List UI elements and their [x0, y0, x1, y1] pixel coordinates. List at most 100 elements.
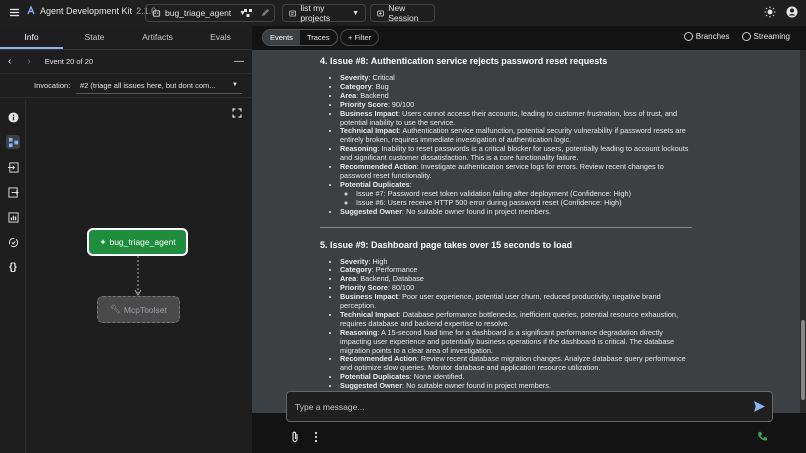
field-value: : Backend, Database [356, 274, 424, 284]
field-value: : [409, 179, 412, 189]
issue-details: Severity: CriticalCategory: BugArea: Bac… [320, 73, 692, 217]
streaming-toggle[interactable]: Streaming [741, 32, 790, 41]
radio-icon [741, 32, 751, 41]
issue-field: Technical Impact: Database performance b… [340, 309, 692, 329]
session-selector[interactable]: list my projects ▼ [282, 3, 366, 23]
field-label: Severity [340, 73, 369, 82]
sync-icon[interactable] [6, 235, 20, 249]
agent-selector[interactable]: bug_triage_agent ▼ [145, 4, 275, 22]
invocation-value: #2 (triage all issues here, but dont com… [80, 80, 216, 90]
info-icon[interactable] [6, 110, 20, 124]
agent-graph: ✦ bug_triage_agent 🔧︎ McpToolset [26, 100, 252, 453]
message-input[interactable]: Type a message... [286, 391, 773, 422]
code-braces-icon[interactable]: {} [6, 260, 20, 274]
account-icon[interactable] [786, 6, 798, 18]
new-session-button[interactable]: New Session [370, 3, 435, 23]
top-bar: Agent Development Kit 2.1.0 bug_triage_a… [0, 0, 806, 26]
chat-toolbar: Events Traces + Filter Branches Streamin… [252, 26, 806, 50]
scrollbar-thumb[interactable] [801, 320, 805, 400]
scrollbar[interactable] [800, 50, 806, 413]
field-value: : Inability to reset passwords is a crit… [340, 144, 689, 163]
field-label: Technical Impact [340, 126, 399, 136]
field-value: : High [368, 256, 388, 266]
chat-content: 4. Issue #8: Authentication service reje… [252, 50, 800, 413]
agent-response: 4. Issue #8: Authentication service reje… [320, 56, 692, 391]
menu-icon[interactable] [9, 7, 20, 18]
field-label: Category [340, 265, 372, 275]
event-counter: Event 20 of 20 [44, 57, 94, 66]
tab-artifacts[interactable]: Artifacts [126, 26, 189, 49]
field-label: Priority Score [340, 283, 388, 293]
issue-heading: 5. Issue #9: Dashboard page takes over 1… [320, 239, 573, 250]
new-session-label: New Session [388, 3, 419, 23]
attach-icon[interactable] [290, 431, 300, 443]
field-label: Reasoning [340, 327, 378, 337]
field-label: Potential Duplicates [340, 179, 410, 189]
phone-icon[interactable] [757, 431, 768, 442]
branches-toggle[interactable]: Branches [683, 32, 730, 41]
duplicates-list: Issue #7: Password reset token validatio… [340, 189, 692, 208]
issue-heading: 4. Issue #8: Authentication service reje… [320, 56, 608, 66]
field-label: Business Impact [340, 292, 398, 302]
field-label: Category [340, 81, 372, 91]
radio-icon [683, 32, 693, 41]
tab-events[interactable]: Events [263, 30, 300, 45]
tab-state[interactable]: State [63, 26, 126, 49]
app-title: Agent Development Kit [40, 6, 133, 16]
graph-node-tool[interactable]: 🔧︎ McpToolset [97, 296, 180, 323]
sparkle-icon: ✦ [99, 236, 107, 247]
issue-details: Severity: HighCategory: Performance Area:… [320, 256, 692, 392]
invocation-select[interactable]: #2 (triage all issues here, but dont com… [76, 77, 242, 94]
wrench-icon: 🔧︎ [110, 304, 121, 314]
logout-icon[interactable] [6, 185, 20, 199]
theme-toggle-icon[interactable] [764, 6, 776, 18]
tab-traces[interactable]: Traces [300, 30, 337, 45]
field-label: Suggested Owner [340, 381, 403, 391]
chevron-left-icon[interactable]: ‹ [8, 56, 11, 67]
session-icon [289, 10, 296, 16]
collapse-icon[interactable]: — [234, 56, 244, 67]
issue-field: Potential Duplicates:Issue #7: Password … [340, 179, 692, 208]
event-navigator: ‹ › Event 20 of 20 — [0, 50, 252, 74]
edit-icon[interactable] [261, 8, 270, 17]
invocation-row: Invocation: #2 (triage all issues here, … [0, 74, 252, 98]
more-vert-icon[interactable] [314, 431, 318, 443]
graph-edge [134, 256, 142, 296]
session-label: list my projects [300, 3, 331, 23]
field-label: Recommended Action [340, 162, 417, 172]
field-label: Area [340, 90, 357, 100]
node-tool-label: McpToolset [123, 304, 167, 315]
field-label: Severity [340, 256, 369, 266]
field-label: Technical Impact [340, 309, 399, 319]
graph-icon[interactable] [6, 135, 20, 149]
field-value: : 90/100 [387, 99, 415, 109]
issue-field: Category: Bug [340, 81, 692, 92]
fullscreen-icon[interactable] [232, 108, 242, 118]
invocation-label: Invocation: [34, 81, 71, 90]
add-session-icon [377, 10, 384, 16]
streaming-label: Streaming [753, 32, 790, 41]
field-label: Business Impact [340, 108, 398, 118]
field-label: Suggested Owner [340, 206, 403, 216]
tab-info[interactable]: Info [0, 26, 63, 49]
chevron-down-icon: ▼ [232, 82, 238, 88]
analytics-icon[interactable] [6, 210, 20, 224]
field-label: Priority Score [340, 99, 388, 109]
branches-label: Branches [695, 32, 730, 41]
graph-view-icon[interactable] [243, 8, 253, 18]
field-label: Area [340, 274, 357, 284]
tab-evals[interactable]: Evals [189, 26, 252, 49]
field-value: : No suitable owner found in project mem… [402, 206, 551, 216]
agent-name: bug_triage_agent [165, 8, 232, 18]
send-icon[interactable] [753, 400, 766, 413]
agent-icon [152, 9, 161, 17]
login-icon[interactable] [6, 160, 20, 174]
filter-button[interactable]: + Filter [340, 29, 380, 46]
field-value: : No suitable owner found in project mem… [402, 381, 551, 391]
graph-node-agent[interactable]: ✦ bug_triage_agent [87, 228, 188, 256]
field-value: : 80/100 [387, 283, 415, 293]
side-rail: {} [0, 100, 26, 453]
chevron-right-icon[interactable]: › [27, 56, 30, 67]
issue-field: Suggested Owner: No suitable owner found… [340, 381, 692, 391]
field-label: Potential Duplicates [340, 372, 410, 382]
